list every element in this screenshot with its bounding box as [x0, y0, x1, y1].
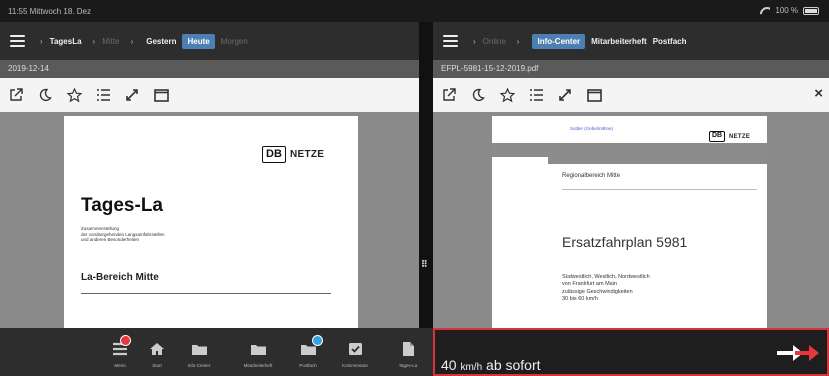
right-toolbar: × [433, 78, 829, 112]
tab-postfach[interactable]: Postfach [653, 37, 687, 46]
right-document-view[interactable]: Suttler (Gebelmähne) DB NETZE Regionalbe… [433, 112, 829, 328]
star-icon[interactable] [499, 87, 515, 103]
document-title: Tages-La [81, 195, 164, 216]
ersatzfahrplan-page: Suttler (Gebelmähne) DB NETZE Regionalbe… [492, 116, 767, 328]
document-details: Südwestlich, Westlich, Nordwestlich von … [562, 274, 650, 303]
left-toolbar [0, 78, 419, 112]
list-icon[interactable] [528, 87, 544, 103]
section-rule [81, 293, 331, 294]
detail-line: zulässige Geschwindigkeiten [562, 288, 633, 295]
left-pane: › TagesLa › Mitte › Gestern Heute Morgen… [0, 22, 419, 328]
star-icon[interactable] [66, 87, 82, 103]
moon-icon[interactable] [37, 87, 53, 103]
external-link-icon[interactable] [8, 87, 24, 103]
check-icon [333, 335, 377, 363]
region-rule [562, 189, 757, 190]
nav-item-label: Mitarbeiterheft [243, 363, 273, 368]
header-stripe-notch [492, 157, 548, 164]
db-netze-logo: DB NETZE [709, 131, 750, 142]
alert-message: ab sofort [486, 357, 541, 373]
right-document-path: EFPL-5981-15-12-2019.pdf [433, 60, 829, 78]
left-nav-bar: › TagesLa › Mitte › Gestern Heute Morgen [0, 22, 419, 60]
nav-item-kommentare[interactable]: Kommentare [333, 335, 377, 368]
detail-line: 30 bis 60 km/h [562, 295, 598, 302]
tab-morgen[interactable]: Morgen [221, 37, 248, 46]
battery-icon [803, 6, 819, 15]
divider-handle-icon[interactable]: ⠿ [421, 259, 428, 270]
window-icon[interactable] [153, 87, 169, 103]
alert-speed-value: 40 [441, 357, 457, 373]
tab-gestern[interactable]: Gestern [146, 37, 176, 46]
hamburger-menu-icon[interactable] [443, 35, 458, 47]
folder-icon [177, 335, 221, 363]
window-icon[interactable] [586, 87, 602, 103]
document-region: Regionalbereich Mitte [562, 173, 621, 179]
right-nav-bar: › Online › Info-Center Mitarbeiterheft P… [433, 22, 829, 60]
status-right: 100 % [760, 6, 819, 15]
document-header-link: Suttler (Gebelmähne) [570, 126, 614, 131]
nav-item-postfach[interactable]: Postfach [286, 335, 330, 368]
notification-badge [120, 335, 131, 346]
list-icon[interactable] [95, 87, 111, 103]
header-stripe [492, 143, 767, 157]
subtitle-line: und anderen Besonderheiten [81, 237, 140, 243]
breadcrumb-mitte[interactable]: Mitte [102, 37, 119, 46]
tab-info-center[interactable]: Info-Center [532, 33, 586, 49]
folder-icon [286, 335, 330, 363]
document-title: Ersatzfahrplan 5981 [562, 234, 688, 250]
detail-line: Südwestlich, Westlich, Nordwestlich [562, 274, 650, 280]
tages-la-page: DB NETZE Tages-La Zusammenstellung der v… [64, 116, 358, 328]
tab-mitarbeiterheft[interactable]: Mitarbeiterheft [591, 37, 647, 46]
breadcrumb-separator: › [473, 36, 476, 46]
folder-icon [236, 335, 280, 363]
db-logo-box: DB [709, 131, 725, 142]
expand-icon[interactable] [124, 87, 140, 103]
expand-icon[interactable] [557, 87, 573, 103]
nav-item-start[interactable]: Start [135, 335, 179, 368]
breadcrumb-separator: › [40, 36, 43, 46]
moon-icon[interactable] [470, 87, 486, 103]
left-document-view[interactable]: DB NETZE Tages-La Zusammenstellung der v… [0, 112, 419, 328]
db-logo-text: NETZE [729, 133, 751, 140]
nav-item-label: Start [152, 363, 162, 368]
alert-text: 40 km/h ab sofort [441, 357, 541, 373]
battery-percent: 100 % [775, 6, 798, 15]
arrow-right-icon[interactable] [775, 342, 821, 364]
breadcrumb-separator: › [92, 36, 96, 46]
wifi-icon [760, 7, 770, 15]
nav-item-label: Tages-La [398, 363, 418, 368]
detail-line: von Frankfurt am Main [562, 281, 618, 288]
nav-item-info-center[interactable]: Info-Center [177, 335, 221, 368]
breadcrumb-online[interactable]: Online [483, 37, 506, 46]
breadcrumb-tagesla[interactable]: TagesLa [50, 37, 82, 46]
close-button[interactable]: × [814, 86, 823, 102]
nav-item-tages-la[interactable]: Tages-La [386, 335, 430, 368]
nav-item-label: Kommentare [342, 363, 368, 368]
document-section: La-Bereich Mitte [81, 272, 159, 283]
db-logo-box: DB [262, 146, 286, 163]
right-pane: › Online › Info-Center Mitarbeiterheft P… [433, 22, 829, 328]
breadcrumb-separator: › [516, 36, 520, 46]
home-icon [135, 335, 179, 363]
nav-item-mitarbeiterheft[interactable]: Mitarbeiterheft [236, 335, 280, 368]
document-subtitle: Zusammenstellung der vorübergehenden Lan… [81, 226, 261, 243]
tab-heute[interactable]: Heute [182, 33, 215, 49]
external-link-icon[interactable] [441, 87, 457, 103]
split-view-divider[interactable] [419, 22, 433, 376]
breadcrumb-separator: › [130, 36, 134, 46]
db-netze-logo: DB NETZE [262, 146, 324, 163]
document-icon [386, 335, 430, 363]
alert-speed-unit: km/h [460, 362, 483, 373]
header-stripe-lower [548, 157, 767, 164]
bottom-navigation: Menü Start Info-Center Mitarbeiterheft P… [0, 328, 433, 376]
nav-item-label: Postfach [299, 363, 317, 368]
status-time: 11:55 Mittwoch 18. Dez [8, 7, 92, 16]
left-document-path: 2019-12-14 [0, 60, 419, 78]
status-bar: 11:55 Mittwoch 18. Dez 100 % [0, 0, 829, 22]
nav-item-label: Info-Center [187, 363, 211, 368]
speed-restriction-alert[interactable]: 40 km/h ab sofort [433, 328, 829, 376]
notification-badge [312, 335, 323, 346]
db-logo-text: NETZE [290, 149, 325, 160]
hamburger-menu-icon[interactable] [10, 35, 25, 47]
